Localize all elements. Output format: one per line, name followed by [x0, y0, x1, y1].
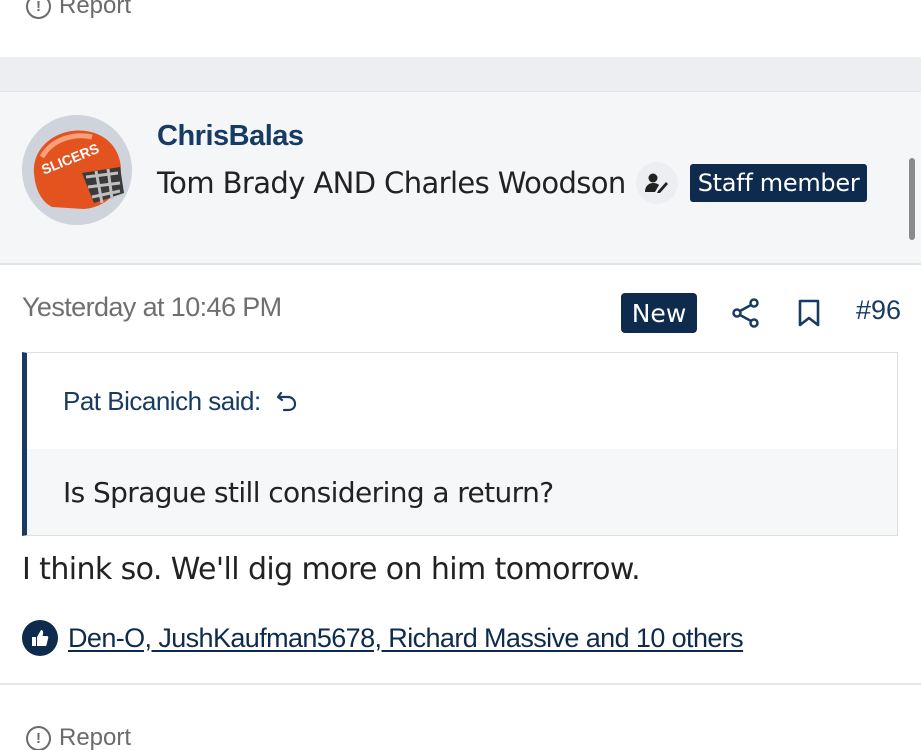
quote-text: Is Sprague still considering a return? — [27, 449, 897, 535]
avatar[interactable]: SLICERS — [22, 115, 132, 225]
post-user-header: SLICERS ChrisBalas Tom Brady AND Charles… — [0, 91, 921, 265]
report-link[interactable]: ! Report — [26, 0, 131, 20]
post-number-link[interactable]: #96 — [856, 295, 901, 326]
reactions-bar: Den-O, JushKaufman5678, Richard Massive … — [22, 620, 744, 656]
report-label: Report — [59, 724, 132, 750]
user-pen-icon — [635, 162, 678, 204]
new-badge: New — [621, 293, 697, 333]
reactions-list-link[interactable]: Den-O, JushKaufman5678, Richard Massive … — [68, 623, 744, 654]
report-link[interactable]: ! Report — [26, 724, 131, 750]
post-timestamp[interactable]: Yesterday at 10:46 PM — [22, 292, 282, 323]
quote-header[interactable]: Pat Bicanich said: — [27, 353, 897, 449]
reply-arrow-icon[interactable] — [275, 389, 299, 413]
forum-thread-page: ! Report SLICERS ChrisBalas Tom Brady AN… — [0, 0, 921, 750]
quote-author[interactable]: Pat Bicanich said: — [63, 386, 261, 417]
info-circle-icon: ! — [26, 0, 51, 19]
report-label: Report — [59, 0, 132, 19]
quote-block: Pat Bicanich said: Is Sprague still cons… — [22, 352, 898, 536]
helmet-avatar-image: SLICERS — [22, 115, 132, 225]
staff-member-badge: Staff member — [689, 164, 868, 202]
post-footer-divider — [0, 683, 921, 685]
post-separator — [0, 57, 921, 91]
post-body: I think so. We'll dig more on him tomorr… — [22, 552, 641, 587]
post-meta: Yesterday at 10:46 PM New #96 — [0, 280, 921, 340]
previous-post-footer: ! Report — [0, 0, 921, 57]
scrollbar-thumb[interactable] — [909, 158, 915, 240]
username-link[interactable]: ChrisBalas — [157, 120, 304, 153]
thumbs-up-icon — [22, 620, 58, 656]
user-title-row: Tom Brady AND Charles Woodson Staff memb… — [157, 162, 868, 204]
bookmark-icon[interactable] — [797, 299, 821, 327]
info-circle-icon: ! — [26, 725, 51, 750]
user-title: Tom Brady AND Charles Woodson — [157, 166, 626, 200]
share-icon[interactable] — [732, 298, 760, 328]
